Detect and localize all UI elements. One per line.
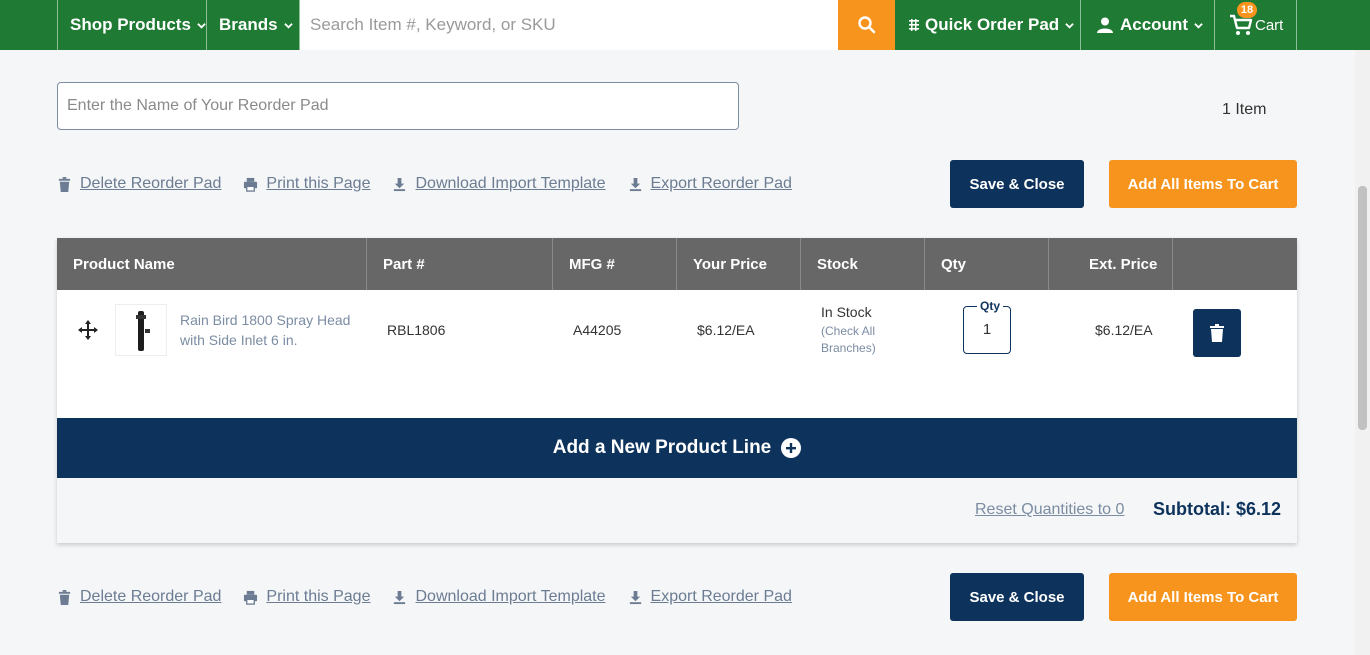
save-close-button[interactable]: Save & Close — [950, 160, 1084, 208]
trash-icon — [1210, 324, 1224, 342]
reorder-pad-name-input[interactable] — [57, 82, 739, 130]
search-input[interactable] — [300, 0, 838, 50]
actions-bar-bottom: Delete Reorder Pad Print this Page Downl… — [57, 573, 817, 621]
top-nav: Shop Products Brands Quick Order Pad Acc… — [0, 0, 1370, 50]
qty-field-label: Qty — [977, 299, 1004, 313]
qty-field[interactable]: Qty 1 — [963, 299, 1011, 354]
nav-account-label: Account — [1120, 15, 1188, 34]
product-name-link[interactable]: Rain Bird 1800 Spray Head with Side Inle… — [180, 310, 360, 350]
chevron-down-icon — [283, 22, 293, 29]
header-qty: Qty — [925, 238, 1049, 290]
user-icon — [1097, 17, 1113, 33]
nav-brands[interactable]: Brands — [207, 0, 300, 50]
chevron-down-icon — [1194, 22, 1203, 29]
plus-circle-icon — [781, 438, 802, 458]
ext-price: $6.12/EA — [1095, 322, 1153, 338]
header-ext-price: Ext. Price — [1049, 238, 1173, 290]
header-part: Part # — [367, 238, 553, 290]
download-import-template-label: Download Import Template — [415, 588, 606, 605]
header-your-price: Your Price — [677, 238, 801, 290]
add-new-product-line-label: Add a New Product Line — [552, 437, 772, 458]
download-import-template-link[interactable]: Download Import Template — [392, 175, 606, 193]
scrollbar[interactable] — [1355, 50, 1370, 655]
header-mfg: MFG # — [553, 238, 677, 290]
trash-icon — [58, 589, 71, 605]
your-price: $6.12/EA — [697, 322, 755, 338]
chevron-down-icon — [197, 22, 206, 29]
export-reorder-pad-label: Export Reorder Pad — [650, 588, 792, 605]
reset-quantities-link[interactable]: Reset Quantities to 0 — [975, 501, 1124, 519]
download-icon — [394, 177, 406, 191]
nav-shop-products[interactable]: Shop Products — [57, 0, 207, 50]
print-icon — [244, 590, 258, 605]
download-icon — [394, 590, 406, 604]
subtotal: Subtotal: $6.12 — [1153, 499, 1282, 519]
delete-reorder-pad-link[interactable]: Delete Reorder Pad — [57, 175, 221, 193]
download-icon — [629, 590, 641, 604]
print-page-label: Print this Page — [266, 175, 371, 192]
search-icon — [857, 16, 875, 34]
delete-reorder-pad-label: Delete Reorder Pad — [80, 175, 222, 192]
check-all-branches-link[interactable]: (Check All Branches) — [821, 323, 891, 357]
print-page-link[interactable]: Print this Page — [243, 588, 370, 606]
stock-status: In Stock — [821, 304, 872, 320]
download-import-template-label: Download Import Template — [415, 175, 606, 192]
header-actions — [1173, 238, 1297, 290]
spray-head-image — [136, 311, 150, 351]
delete-reorder-pad-link[interactable]: Delete Reorder Pad — [57, 588, 221, 606]
print-page-label: Print this Page — [266, 588, 371, 605]
save-close-button[interactable]: Save & Close — [950, 573, 1084, 621]
nav-quick-order-pad[interactable]: Quick Order Pad — [895, 0, 1081, 50]
item-count: 1 Item — [1222, 101, 1267, 118]
delete-reorder-pad-label: Delete Reorder Pad — [80, 588, 222, 605]
scrollbar-thumb[interactable] — [1358, 186, 1367, 430]
table-header: Product Name Part # MFG # Your Price Sto… — [57, 238, 1297, 290]
drag-handle-icon[interactable] — [77, 319, 99, 341]
add-all-to-cart-button[interactable]: Add All Items To Cart — [1109, 573, 1297, 621]
product-image[interactable] — [115, 304, 167, 356]
export-reorder-pad-link[interactable]: Export Reorder Pad — [628, 175, 792, 193]
qty-value: 1 — [982, 321, 992, 338]
cart-count-badge: 18 — [1237, 2, 1257, 18]
search-button[interactable] — [838, 0, 895, 50]
add-all-to-cart-button[interactable]: Add All Items To Cart — [1109, 160, 1297, 208]
list-icon — [909, 19, 919, 31]
print-icon — [244, 177, 258, 192]
nav-quick-order-pad-label: Quick Order Pad — [925, 15, 1060, 34]
part-number: RBL1806 — [387, 322, 446, 338]
reorder-table: Product Name Part # MFG # Your Price Sto… — [57, 238, 1297, 543]
delete-row-button[interactable] — [1193, 309, 1241, 357]
actions-bar-top: Delete Reorder Pad Print this Page Downl… — [57, 160, 817, 208]
export-reorder-pad-link[interactable]: Export Reorder Pad — [628, 588, 792, 606]
download-icon — [629, 177, 641, 191]
print-page-link[interactable]: Print this Page — [243, 175, 370, 193]
nav-account[interactable]: Account — [1081, 0, 1215, 50]
header-product-name: Product Name — [57, 238, 367, 290]
chevron-down-icon — [1065, 22, 1074, 29]
mfg-number: A44205 — [573, 322, 622, 338]
export-reorder-pad-label: Export Reorder Pad — [650, 175, 792, 192]
table-footer: Reset Quantities to 0 Subtotal: $6.12 — [57, 478, 1297, 543]
nav-cart-label: Cart — [1255, 16, 1284, 34]
trash-icon — [58, 176, 71, 192]
add-new-product-line-button[interactable]: Add a New Product Line — [57, 418, 1297, 478]
download-import-template-link[interactable]: Download Import Template — [392, 588, 606, 606]
nav-shop-products-label: Shop Products — [70, 15, 191, 34]
nav-brands-label: Brands — [219, 15, 278, 34]
header-stock: Stock — [801, 238, 925, 290]
